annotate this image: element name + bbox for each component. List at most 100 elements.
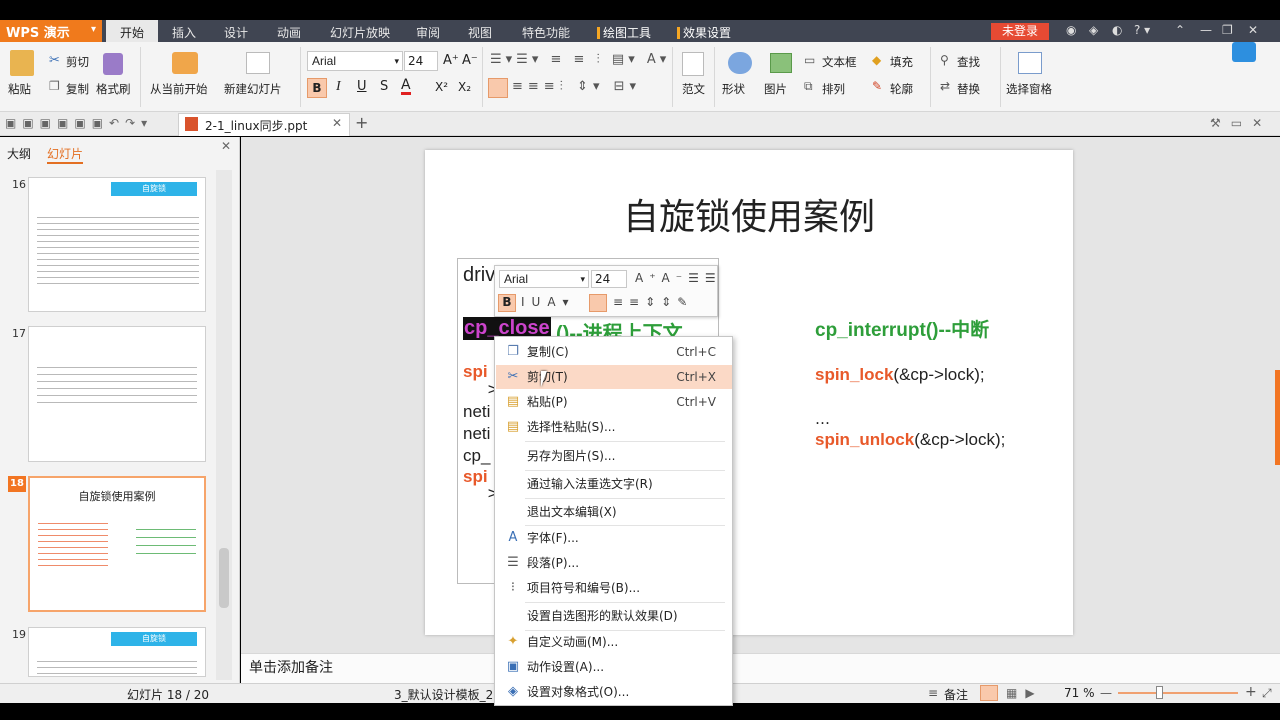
bold-button[interactable]: B — [307, 78, 327, 98]
grow-font-icon[interactable]: A⁺ — [443, 53, 459, 68]
cut-button[interactable]: 剪切 — [66, 54, 89, 70]
restore-icon[interactable]: ❐ — [1222, 23, 1233, 37]
minimize-icon[interactable]: — — [1200, 23, 1212, 37]
zoom-slider[interactable] — [1118, 692, 1238, 694]
slide-thumbnail-17[interactable] — [28, 326, 206, 462]
underline-button[interactable]: U — [357, 79, 367, 94]
quick-access-icons[interactable]: ▣▣▣▣▣▣↶↷▾ — [5, 116, 153, 130]
skin-icon[interactable]: ◉ — [1066, 23, 1076, 37]
zoom-in-icon[interactable]: + — [1245, 684, 1257, 700]
font-color-button[interactable]: A — [401, 78, 411, 95]
close-panel-icon[interactable]: ✕ — [221, 139, 231, 153]
subscript-button[interactable]: X₂ — [458, 80, 471, 94]
menu-item-font[interactable]: A 字体(F)... — [496, 526, 732, 550]
notes-area[interactable] — [241, 653, 1280, 683]
wps-app-menu-button[interactable]: WPS 演示 ▾ — [0, 20, 102, 42]
scrollbar-thumb[interactable] — [219, 548, 229, 608]
fit-window-icon[interactable]: ⤢ — [1262, 686, 1272, 701]
login-button[interactable]: 未登录 — [991, 23, 1049, 40]
align-buttons-icon[interactable]: ≡≡≡⫶ ⇕▾ ⊟▾ — [512, 79, 641, 94]
font-name-select[interactable]: Arial ▾ — [307, 51, 403, 71]
tab-animation[interactable]: 动画 — [267, 20, 311, 42]
new-tab-icon[interactable]: + — [355, 113, 368, 132]
ribbon-collapse-icon[interactable]: ⌃ — [1175, 23, 1185, 37]
zoom-level: 71 % — [1064, 686, 1095, 700]
list-buttons-icon[interactable]: ☰▾☰▾ ≡ ≡ ⫶ ▤▾ A▾ — [490, 52, 670, 67]
tab-slideshow[interactable]: 幻灯片放映 — [326, 20, 394, 42]
menu-item-paste-special[interactable]: ▤ 选择性粘贴(S)... — [496, 415, 732, 439]
fill-button[interactable]: 填充 — [890, 54, 913, 70]
slide-thumbnail-16[interactable]: 自旋锁 — [28, 177, 206, 312]
menu-item-reconvert[interactable]: 通过输入法重选文字(R) — [496, 472, 732, 496]
menu-item-exit-edit[interactable]: 退出文本编辑(X) — [496, 500, 732, 524]
replace-button[interactable]: 替换 — [957, 81, 980, 97]
tab-home[interactable]: 开始 — [106, 20, 158, 42]
picture-button[interactable]: 图片 — [764, 81, 787, 97]
tab-design[interactable]: 设计 — [214, 20, 258, 42]
superscript-button[interactable]: X² — [435, 80, 448, 94]
textbox-button[interactable]: 文本框 — [822, 54, 857, 70]
menu-item-cut[interactable]: ✂ 剪切(T) Ctrl+X — [496, 365, 732, 389]
menu-item-format-object[interactable]: ◈ 设置对象格式(O)... — [496, 680, 732, 704]
tab-features[interactable]: 特色功能 — [514, 20, 578, 42]
menu-item-action-settings[interactable]: ▣ 动作设置(A)... — [496, 655, 732, 679]
tab-drawing-tools[interactable]: 绘图工具 — [594, 20, 654, 42]
normal-view-icon[interactable] — [980, 685, 998, 701]
copy-button[interactable]: 复制 — [66, 81, 89, 97]
mini-format-icons[interactable]: IUA▾ — [521, 295, 576, 309]
outline-button[interactable]: 轮廓 — [890, 81, 913, 97]
menu-label: 选择性粘贴(S)... — [527, 420, 616, 434]
mini-align-left-icon[interactable] — [589, 294, 607, 312]
template-button[interactable]: 范文 — [682, 81, 705, 97]
new-slide-button[interactable]: 新建幻灯片 — [224, 81, 282, 97]
paste-button[interactable]: 粘贴 — [8, 81, 31, 97]
zoom-slider-thumb[interactable] — [1156, 686, 1163, 699]
arrange-button[interactable]: 排列 — [822, 81, 845, 97]
tab-review[interactable]: 审阅 — [406, 20, 450, 42]
slide-thumbnail-18-selected[interactable]: 自旋锁使用案例 — [28, 476, 206, 612]
align-left-icon[interactable] — [488, 78, 508, 98]
font-size-select[interactable]: 24 — [404, 51, 438, 71]
strikethrough-button[interactable]: S — [380, 79, 388, 94]
settings-icon[interactable]: ◈ — [1089, 23, 1098, 37]
mini-size-select[interactable]: 24 — [591, 270, 627, 288]
slide-title[interactable]: 自旋锁使用案例 — [425, 188, 1073, 240]
close-icon[interactable]: ✕ — [1248, 23, 1258, 37]
zoom-out-icon[interactable]: — — [1100, 686, 1112, 700]
help-icon[interactable]: ? ▾ — [1134, 23, 1150, 37]
tab-view[interactable]: 视图 — [458, 20, 502, 42]
window-tab-icons[interactable]: ⚒▭✕ — [1210, 116, 1272, 130]
notes-toggle-icon[interactable]: ≡ — [928, 686, 938, 700]
menu-item-bullets[interactable]: ⁝ 项目符号和编号(B)... — [496, 576, 732, 600]
theme-icon[interactable]: ◐ — [1112, 23, 1122, 37]
menu-item-default-effect[interactable]: 设置自选图形的默认效果(D) — [496, 604, 732, 628]
shape-button[interactable]: 形状 — [722, 81, 745, 97]
menu-item-custom-animation[interactable]: ✦ 自定义动画(M)... — [496, 630, 732, 654]
menu-item-save-as-picture[interactable]: 另存为图片(S)... — [496, 444, 732, 468]
format-painter-button[interactable]: 格式刷 — [96, 81, 131, 97]
mini-bold-icon[interactable]: B — [498, 294, 516, 312]
menu-item-paragraph[interactable]: ☰ 段落(P)... — [496, 551, 732, 575]
tab-effect-settings[interactable]: 效果设置 — [674, 20, 734, 42]
tab-insert[interactable]: 插入 — [162, 20, 206, 42]
paste-icon[interactable] — [10, 50, 34, 76]
mini-align-icons[interactable]: ≡≡⇕⇕✎ — [613, 295, 693, 309]
menu-item-copy[interactable]: ❐ 复制(C) Ctrl+C — [496, 340, 732, 364]
find-button[interactable]: 查找 — [957, 54, 980, 70]
tab-outline[interactable]: 大纲 — [7, 145, 31, 162]
mini-size-icons[interactable]: A⁺A⁻☰☰ — [635, 271, 722, 285]
menu-item-paste[interactable]: ▤ 粘贴(P) Ctrl+V — [496, 390, 732, 414]
shrink-font-icon[interactable]: A⁻ — [462, 53, 478, 68]
tab-slides[interactable]: 幻灯片 — [47, 145, 84, 164]
italic-button[interactable]: I — [336, 79, 341, 95]
selection-pane-button[interactable]: 选择窗格 — [1006, 81, 1052, 97]
notes-placeholder[interactable]: 单击添加备注 — [249, 657, 333, 677]
slide-thumbnail-19[interactable]: 自旋锁 — [28, 627, 206, 677]
view-mode-icons[interactable]: ▦▶ — [1006, 686, 1043, 700]
close-tab-icon[interactable]: ✕ — [332, 116, 342, 130]
notes-toggle[interactable]: 备注 — [944, 686, 968, 703]
mini-font-select[interactable]: Arial ▾ — [499, 270, 589, 288]
right-edge-tab[interactable] — [1275, 370, 1280, 465]
from-current-button[interactable]: 从当前开始 — [150, 81, 208, 97]
cloud-icon[interactable] — [1232, 42, 1256, 62]
